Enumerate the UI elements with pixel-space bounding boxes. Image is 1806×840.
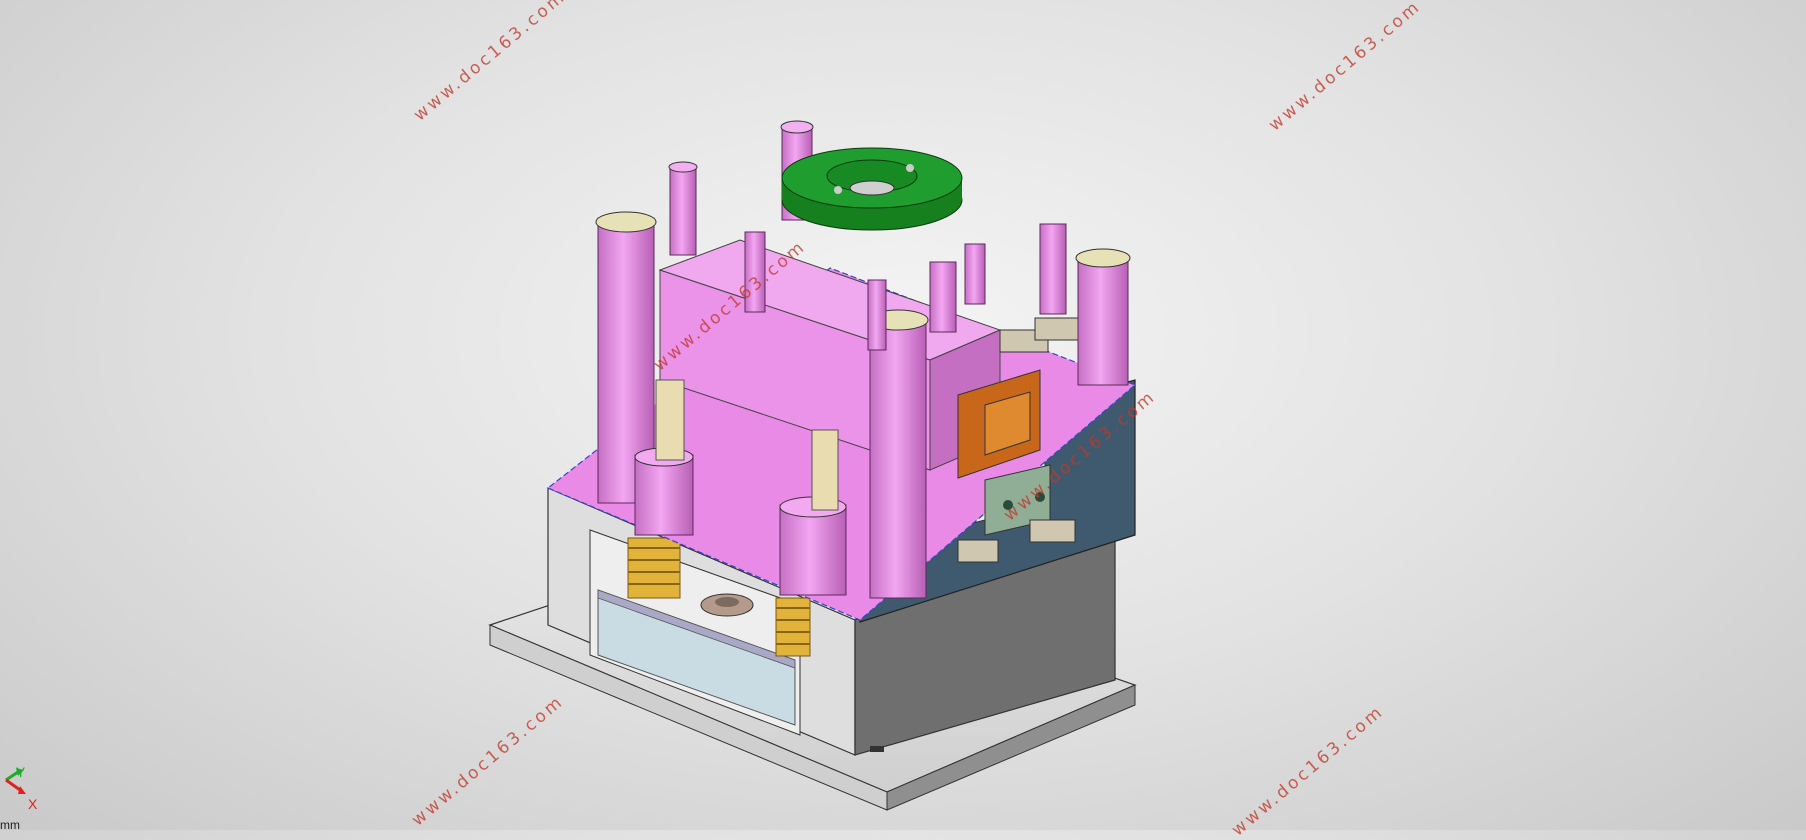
mold-assembly-model[interactable] [0,0,1806,830]
axis-x-label: X [28,796,38,812]
locating-ring [781,147,963,231]
cad-3d-viewport[interactable]: www.doc163.com www.doc163.com www.doc163… [0,0,1806,840]
return-spring-left [627,537,681,599]
axis-y-label: Y [16,764,26,780]
return-spring-right [775,597,811,657]
